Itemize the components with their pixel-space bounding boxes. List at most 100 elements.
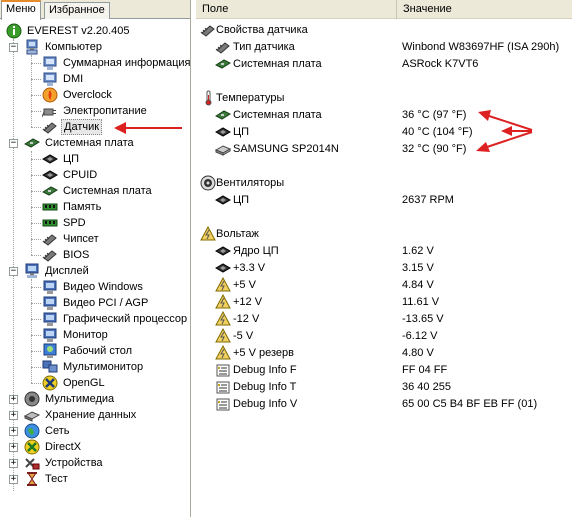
field-cell: +3.3 V <box>233 262 266 274</box>
expand-toggle[interactable]: + <box>9 411 18 420</box>
field-cell: -12 V <box>233 313 260 325</box>
dmi-computer-icon <box>42 71 58 87</box>
tree-item-label: Чипсет <box>63 233 99 245</box>
tree-node-label: Хранение данных <box>45 409 137 421</box>
tree-line <box>31 159 41 160</box>
tree-item-label: Видео Windows <box>63 281 143 293</box>
value-cell: 3.15 V <box>402 262 434 274</box>
tree-item-label: Overclock <box>63 89 112 101</box>
tree-line <box>31 79 41 80</box>
value-cell: 65 00 C5 B4 BF EB FF (01) <box>402 398 538 410</box>
opengl-icon <box>42 375 58 391</box>
voltage-warning-icon <box>215 345 231 361</box>
tree-line <box>31 127 41 128</box>
field-cell: +5 V <box>233 279 256 291</box>
memory-module-icon <box>42 199 58 215</box>
sensor-chip-icon <box>215 39 231 55</box>
voltage-warning-icon <box>215 328 231 344</box>
voltage-warning-icon <box>215 311 231 327</box>
tree-line <box>31 335 41 336</box>
expand-toggle[interactable]: + <box>9 475 18 484</box>
expand-toggle[interactable]: + <box>9 395 18 404</box>
collapse-toggle[interactable]: − <box>9 139 18 148</box>
value-cell: -13.65 V <box>402 313 444 325</box>
value-cell: 4.80 V <box>402 347 434 359</box>
thermometer-icon <box>200 90 216 106</box>
expand-toggle[interactable]: + <box>9 443 18 452</box>
fan-icon <box>200 175 216 191</box>
group-title: Вольтаж <box>216 228 259 240</box>
voltage-warning-icon <box>200 226 216 242</box>
collapse-toggle[interactable]: − <box>9 267 18 276</box>
tree-item-label: Суммарная информация <box>63 57 190 69</box>
tree-item-label: DMI <box>63 73 84 85</box>
multimonitor-icon <box>42 359 58 375</box>
tree-node-label: Устройства <box>45 457 103 469</box>
tree-line <box>31 191 41 192</box>
tree-line <box>31 319 41 320</box>
tree-item-label: ЦП <box>63 153 80 165</box>
value-cell: 36 °C (97 °F) <box>402 109 467 121</box>
field-cell: ЦП <box>233 194 250 206</box>
cpu-icon <box>42 151 58 167</box>
expand-toggle[interactable]: + <box>9 427 18 436</box>
value-cell: 32 °C (90 °F) <box>402 143 467 155</box>
summary-computer-icon <box>42 55 58 71</box>
tree-node-label: Сеть <box>45 425 70 437</box>
tree-line <box>31 63 41 64</box>
sensor-chip-icon <box>42 119 58 135</box>
power-plug-icon <box>42 103 58 119</box>
cpu-icon <box>215 260 231 276</box>
group-title: Свойства датчика <box>216 24 308 36</box>
value-cell: 4.84 V <box>402 279 434 291</box>
tab-favorites[interactable]: Избранное <box>44 2 110 19</box>
collapse-toggle[interactable]: − <box>9 43 18 52</box>
tab-strip: Меню Избранное <box>0 0 190 20</box>
tree-root-label: EVEREST v2.20.405 <box>27 25 130 37</box>
expand-toggle[interactable]: + <box>9 459 18 468</box>
field-cell: Тип датчика <box>233 41 295 53</box>
value-cell: Winbond W83697HF (ISA 290h) <box>402 41 560 53</box>
tree-line <box>31 255 41 256</box>
field-cell: +5 V резерв <box>233 347 294 359</box>
monitor-icon <box>42 279 58 295</box>
motherboard-icon <box>215 107 231 123</box>
tree-line <box>31 55 32 127</box>
tree-item-label: Рабочий стол <box>63 345 133 357</box>
column-header-value[interactable]: Значение <box>397 0 572 19</box>
debug-info-icon <box>215 362 231 378</box>
hourglass-icon <box>24 471 40 487</box>
column-header-field[interactable]: Поле <box>196 0 397 19</box>
details-pane: Поле Значение Свойства датчика Тип датчи… <box>196 0 572 517</box>
tree-line <box>31 239 41 240</box>
tab-menu[interactable]: Меню <box>1 0 41 20</box>
monitor-icon <box>42 327 58 343</box>
tree-line <box>31 351 41 352</box>
field-cell: +12 V <box>233 296 263 308</box>
overclock-flame-icon <box>42 87 58 103</box>
tree-line <box>31 223 41 224</box>
tree-item-label: Системная плата <box>63 185 152 197</box>
directx-icon <box>24 439 40 455</box>
devices-icon <box>24 455 40 471</box>
field-cell: Ядро ЦП <box>233 245 279 257</box>
multimedia-speaker-icon <box>24 391 40 407</box>
tree-item-label: Память <box>63 201 102 213</box>
field-cell: Системная плата <box>233 58 322 70</box>
voltage-warning-icon <box>215 294 231 310</box>
everest-info-icon <box>6 23 22 39</box>
value-cell: 40 °C (104 °F) <box>402 126 473 138</box>
group-title: Температуры <box>216 92 285 104</box>
cpuid-icon <box>42 167 58 183</box>
tree-node-label: Компьютер <box>45 41 102 53</box>
cpu-icon <box>215 243 231 259</box>
navigation-tree: EVEREST v2.20.405 − Компьютер Суммарная … <box>0 21 190 515</box>
debug-info-icon <box>215 379 231 395</box>
motherboard-icon <box>215 56 231 72</box>
desktop-icon <box>42 343 58 359</box>
value-cell: 2637 RPM <box>402 194 454 206</box>
value-cell: 1.62 V <box>402 245 434 257</box>
tree-item-label: OpenGL <box>63 377 105 389</box>
tree-line <box>31 111 41 112</box>
spd-module-icon <box>42 215 58 231</box>
